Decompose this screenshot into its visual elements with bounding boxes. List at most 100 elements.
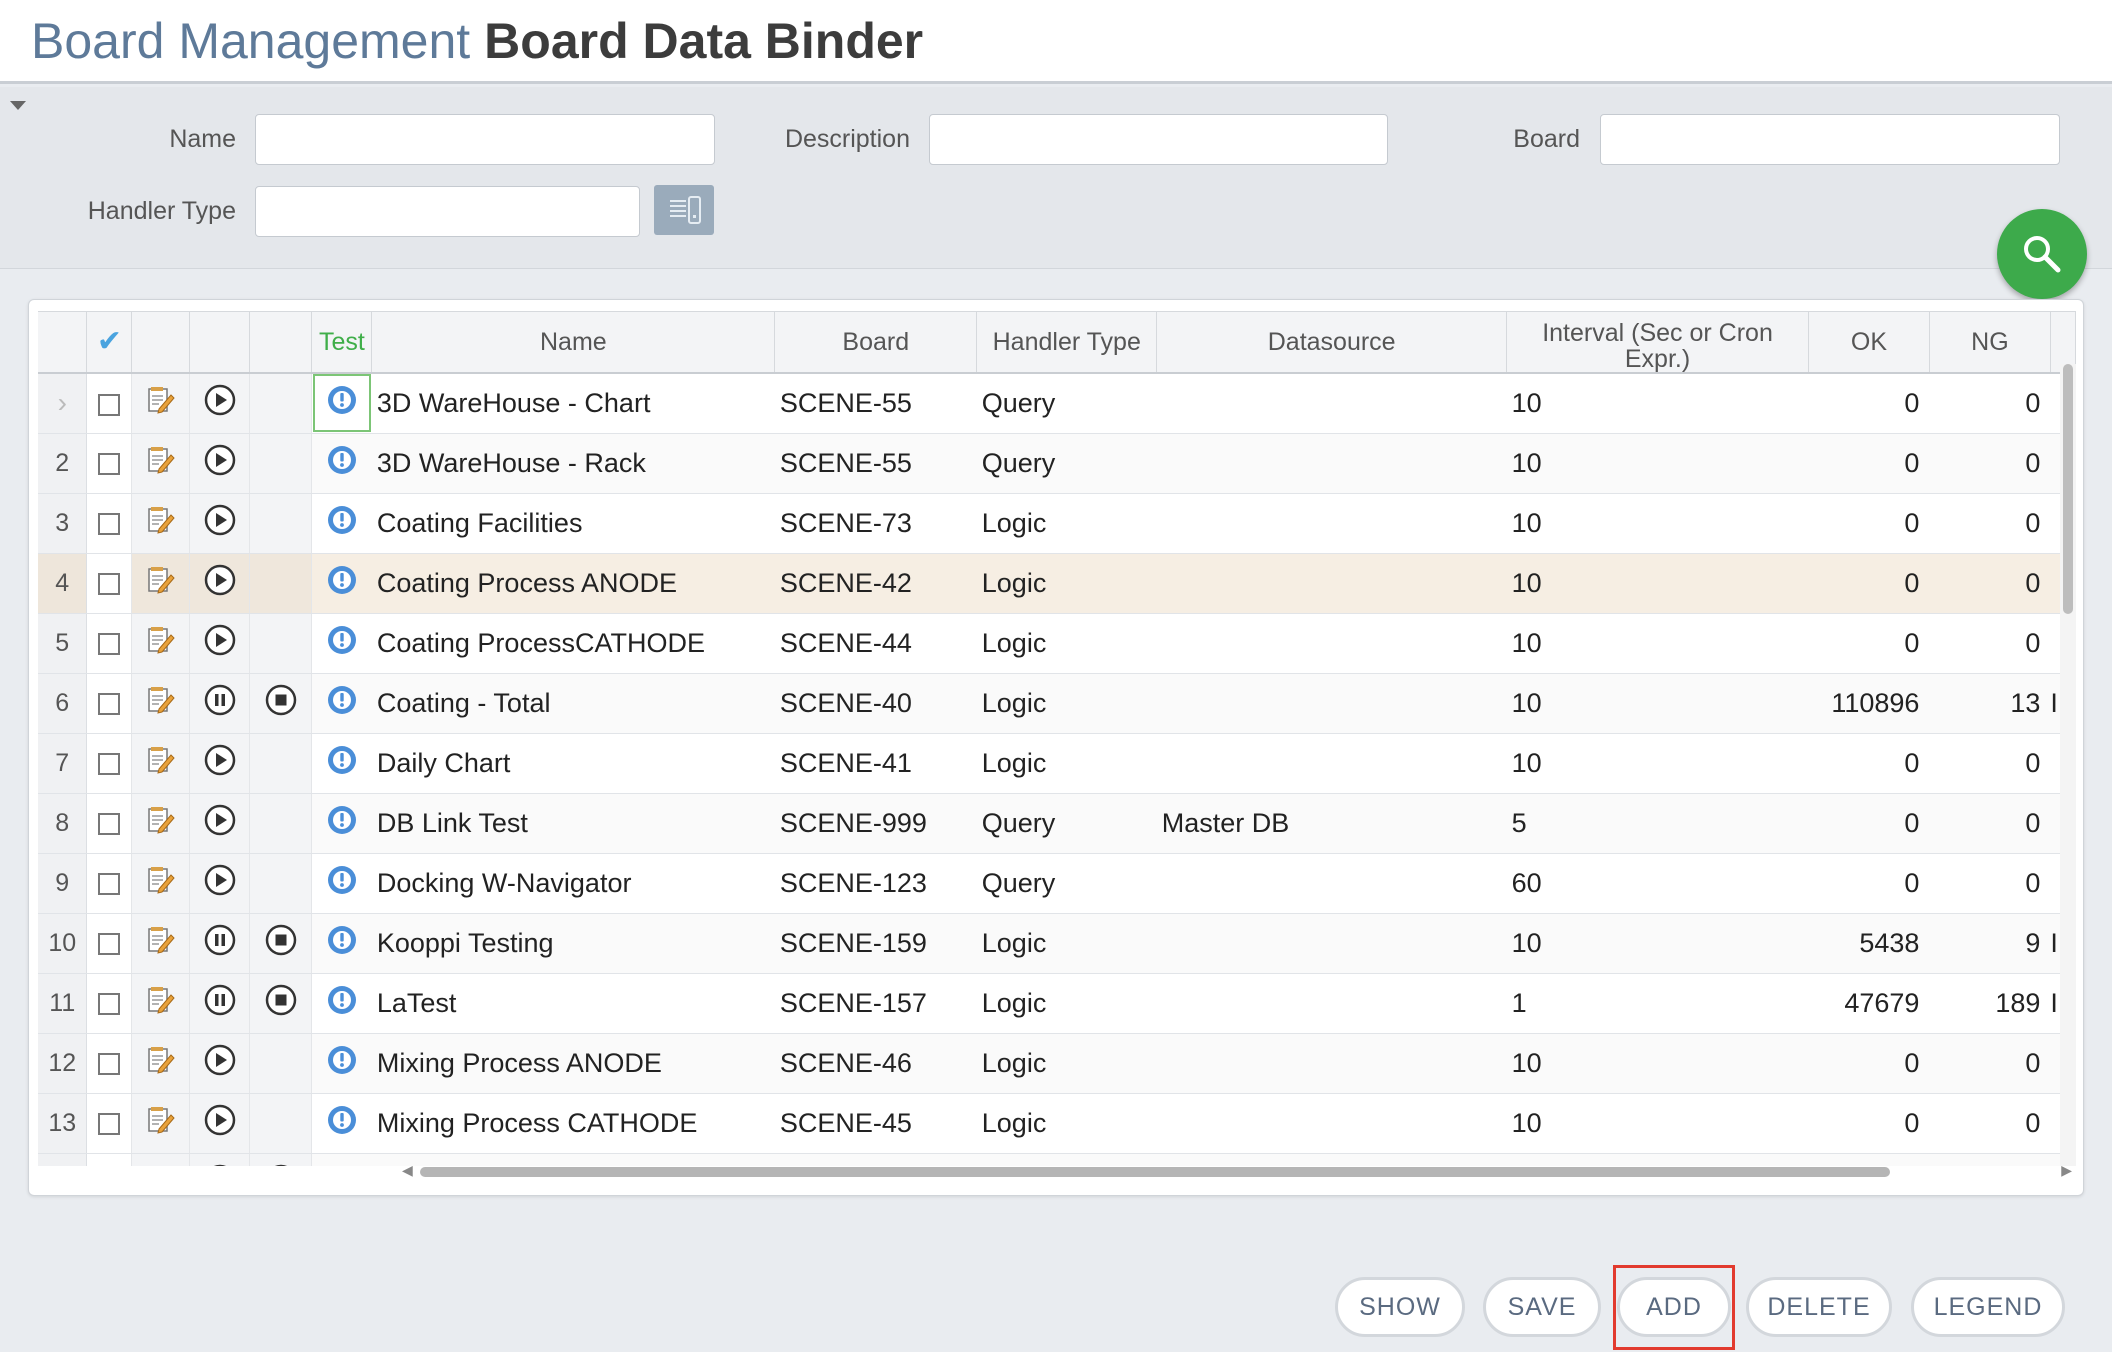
row-select-cell[interactable] — [86, 973, 133, 1034]
pause-icon[interactable] — [203, 684, 237, 723]
test-info-icon[interactable] — [326, 565, 358, 602]
save-button[interactable]: SAVE — [1483, 1277, 1601, 1337]
datasource-cell[interactable] — [1156, 1093, 1507, 1154]
test-info-icon[interactable] — [326, 925, 358, 962]
datasource-cell[interactable] — [1156, 1033, 1507, 1094]
board-input[interactable] — [1600, 114, 2060, 165]
edit-cell[interactable] — [131, 853, 191, 914]
test-cell[interactable] — [311, 733, 372, 794]
select-all-header[interactable]: ✔ — [86, 311, 133, 374]
interval-cell[interactable]: 10 — [1506, 433, 1809, 494]
test-cell[interactable] — [311, 913, 372, 974]
pause-icon[interactable] — [203, 924, 237, 963]
handler-type-cell[interactable]: Logic — [976, 1033, 1157, 1094]
edit-cell[interactable] — [131, 1033, 191, 1094]
table-row[interactable]: 12 Mixing Process ANODE SCENE-46 Logic 10 0 0 — [38, 1033, 2076, 1094]
run-cell[interactable] — [189, 913, 251, 974]
run-cell[interactable] — [189, 433, 251, 494]
table-row[interactable]: 4 Coating Process ANODE SCENE-42 Logic 10 0 0 — [38, 553, 2076, 614]
test-cell[interactable] — [311, 613, 372, 674]
row-checkbox[interactable] — [98, 393, 121, 416]
row-checkbox[interactable] — [98, 573, 121, 596]
play-icon[interactable] — [203, 1104, 237, 1143]
row-checkbox[interactable] — [98, 693, 121, 716]
run-cell[interactable] — [189, 1093, 251, 1154]
name-cell[interactable]: 3D WareHouse - Chart — [371, 373, 775, 434]
run-cell[interactable] — [189, 853, 251, 914]
run-cell[interactable] — [189, 613, 251, 674]
test-cell[interactable] — [311, 1153, 372, 1166]
handler-type-cell[interactable]: Query — [976, 373, 1157, 434]
play-icon[interactable] — [203, 1044, 237, 1083]
row-select-cell[interactable] — [86, 373, 133, 434]
handler-type-cell[interactable]: Query — [976, 793, 1157, 854]
datasource-cell[interactable] — [1156, 493, 1507, 554]
play-icon[interactable] — [203, 804, 237, 843]
play-icon[interactable] — [203, 864, 237, 903]
stop-icon[interactable] — [264, 684, 298, 723]
datasource-cell[interactable] — [1156, 853, 1507, 914]
play-icon[interactable] — [203, 744, 237, 783]
name-cell[interactable]: Daily Chart — [371, 733, 775, 794]
run-cell[interactable] — [189, 553, 251, 614]
interval-cell[interactable]: 10 — [1506, 913, 1809, 974]
handler-type-cell[interactable]: Logic — [976, 613, 1157, 674]
edit-cell[interactable] — [131, 613, 191, 674]
datasource-cell[interactable] — [1156, 973, 1507, 1034]
vertical-scrollbar[interactable] — [2060, 364, 2076, 1166]
edit-icon[interactable] — [147, 1046, 175, 1081]
datasource-cell[interactable] — [1156, 733, 1507, 794]
table-row[interactable]: 8 DB Link Test SCENE-999 Query Master DB 5 0 0 — [38, 793, 2076, 854]
edit-cell[interactable] — [131, 373, 191, 434]
row-select-cell[interactable] — [86, 493, 133, 554]
run-cell[interactable] — [189, 493, 251, 554]
interval-cell[interactable]: 10 — [1506, 1093, 1809, 1154]
run-cell[interactable] — [189, 1153, 251, 1166]
name-cell[interactable]: Coating Facilities — [371, 493, 775, 554]
run-cell[interactable] — [189, 793, 251, 854]
test-column-header[interactable]: Test — [311, 311, 373, 374]
table-row[interactable]: 5 Coating ProcessCATHODE SCENE-44 Logic 10 0 0 — [38, 613, 2076, 674]
interval-cell[interactable]: 60 — [1506, 853, 1809, 914]
interval-cell[interactable]: 10 — [1506, 673, 1809, 734]
interval-cell[interactable]: 1 — [1506, 973, 1809, 1034]
edit-icon[interactable] — [147, 866, 175, 901]
handler-type-column-header[interactable]: Handler Type — [976, 311, 1158, 374]
play-icon[interactable] — [203, 504, 237, 543]
interval-cell[interactable]: 5 — [1506, 793, 1809, 854]
name-column-header[interactable]: Name — [371, 311, 776, 374]
edit-icon[interactable] — [147, 1106, 175, 1141]
edit-cell[interactable] — [131, 673, 191, 734]
run-cell[interactable] — [189, 733, 251, 794]
test-info-icon[interactable] — [326, 505, 358, 542]
handler-type-cell[interactable]: Logic — [976, 553, 1157, 614]
row-select-cell[interactable] — [86, 1033, 133, 1094]
interval-cell[interactable]: 10 — [1506, 373, 1809, 434]
edit-cell[interactable] — [131, 1153, 191, 1166]
handler-type-cell[interactable]: Logic — [976, 493, 1157, 554]
edit-icon[interactable] — [147, 446, 175, 481]
scroll-right-icon[interactable]: ▶ — [2061, 1162, 2072, 1179]
edit-icon[interactable] — [147, 686, 175, 721]
test-cell[interactable] — [311, 553, 372, 614]
handler-type-cell[interactable]: Query — [976, 433, 1157, 494]
row-checkbox[interactable] — [98, 453, 121, 476]
name-cell[interactable]: DB Link Test — [371, 793, 775, 854]
board-cell[interactable]: SCENE-159 — [774, 913, 977, 974]
delete-button[interactable]: DELETE — [1746, 1277, 1892, 1337]
row-select-cell[interactable] — [86, 1093, 133, 1154]
row-checkbox[interactable] — [98, 633, 121, 656]
row-checkbox[interactable] — [98, 1113, 121, 1136]
edit-icon[interactable] — [147, 806, 175, 841]
handler-type-cell[interactable]: Query — [976, 853, 1157, 914]
board-cell[interactable]: SCENE-55 — [774, 433, 977, 494]
edit-cell[interactable] — [131, 1093, 191, 1154]
board-cell[interactable]: SCENE-45 — [774, 1093, 977, 1154]
edit-cell[interactable] — [131, 553, 191, 614]
edit-icon[interactable] — [147, 986, 175, 1021]
test-info-icon[interactable] — [326, 385, 358, 422]
edit-cell[interactable] — [131, 493, 191, 554]
name-cell[interactable]: Kooppi Testing — [371, 913, 775, 974]
datasource-cell[interactable] — [1156, 913, 1507, 974]
test-cell[interactable] — [311, 673, 372, 734]
